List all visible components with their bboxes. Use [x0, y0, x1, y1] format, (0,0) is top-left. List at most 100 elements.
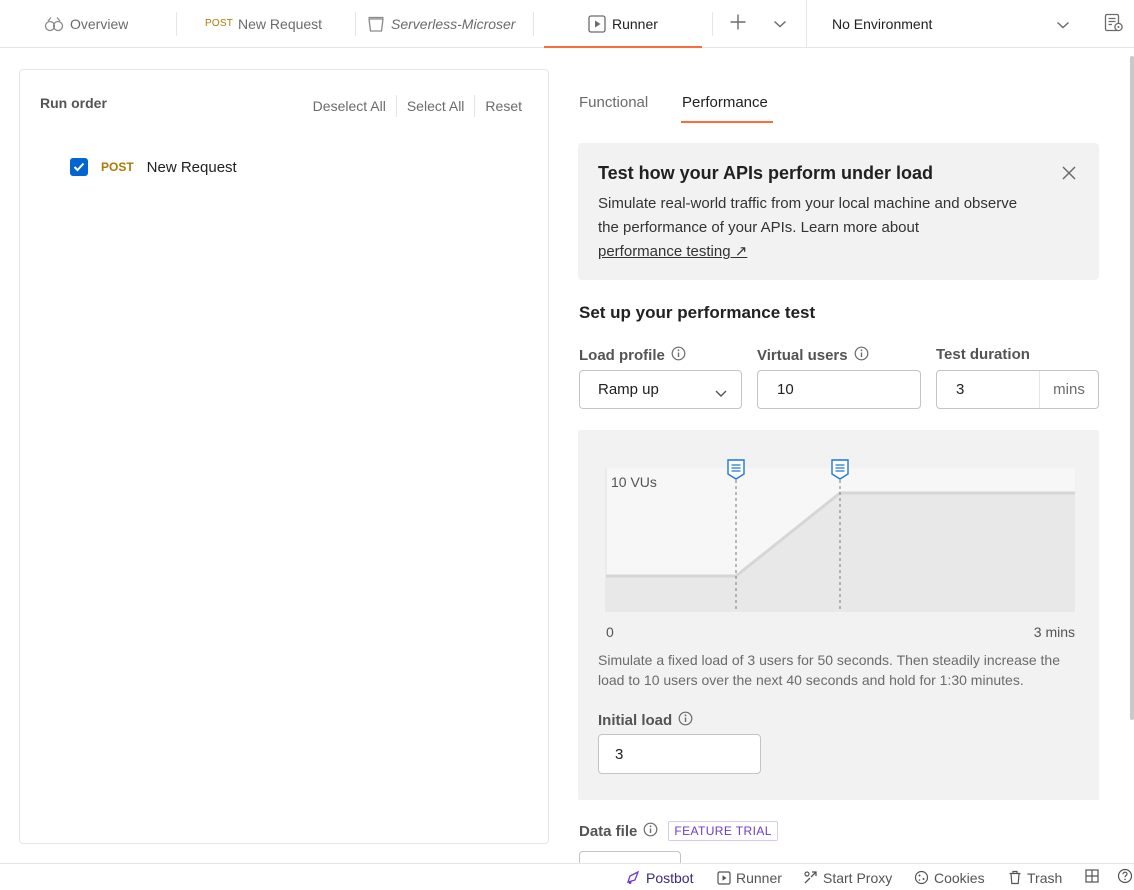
info-icon[interactable]: [643, 822, 658, 841]
method-badge: POST: [205, 18, 234, 29]
cookies-button[interactable]: Cookies: [914, 864, 985, 890]
runner-icon: [717, 870, 731, 885]
help-icon: [1117, 868, 1133, 887]
x-end-label: 3 mins: [1034, 624, 1075, 640]
tab-label: Serverless-Microser: [391, 15, 516, 32]
two-pane-icon: [1085, 869, 1099, 886]
load-profile-label: Load profile: [579, 346, 686, 365]
cookies-label: Cookies: [934, 869, 985, 886]
load-profile-description: Simulate a fixed load of 3 users for 50 …: [598, 652, 1061, 688]
request-name: New Request: [146, 158, 237, 176]
tab-label: New Request: [238, 15, 323, 32]
test-duration-input[interactable]: 3 mins: [936, 370, 1099, 409]
proxy-icon: [803, 870, 818, 885]
select-all-button[interactable]: Select All: [397, 98, 475, 114]
new-tab-button[interactable]: [729, 0, 747, 47]
close-icon[interactable]: [1061, 165, 1077, 184]
tab-functional[interactable]: Functional: [579, 94, 648, 111]
status-bar: Postbot Runner Start Proxy Cookies Trash: [0, 863, 1134, 890]
ramp-chart-svg: 10 VUs 0 3 mins: [605, 459, 1075, 640]
vertical-scrollbar[interactable]: [1130, 56, 1134, 720]
tab-runner[interactable]: Runner: [588, 0, 658, 47]
postbot-button[interactable]: Postbot: [626, 864, 693, 890]
tab-overview[interactable]: Overview: [44, 0, 128, 47]
virtual-users-input[interactable]: 10: [757, 370, 921, 409]
run-order-title: Run order: [40, 95, 107, 111]
checkmark-icon: [73, 162, 85, 172]
tab-overflow-dropdown[interactable]: [773, 0, 787, 47]
y-max-label: 10 VUs: [611, 474, 657, 490]
initial-load-input[interactable]: 3: [598, 734, 761, 774]
deselect-all-button[interactable]: Deselect All: [303, 98, 396, 114]
info-icon[interactable]: [671, 346, 686, 365]
cookie-icon: [914, 870, 929, 885]
chevron-down-icon: [773, 16, 787, 32]
ramp-end-handle-icon[interactable]: [831, 459, 849, 480]
environment-quick-look-icon[interactable]: [1104, 13, 1124, 36]
x-start-label: 0: [606, 624, 614, 640]
tab-performance[interactable]: Performance: [682, 94, 768, 111]
tab-divider: [533, 12, 534, 36]
active-mode-indicator: [681, 121, 773, 123]
tab-divider: [355, 12, 356, 36]
runner-play-icon: [588, 14, 606, 33]
initial-load-value: 3: [615, 745, 624, 763]
test-duration-label: Test duration: [936, 346, 1030, 363]
start-proxy-button[interactable]: Start Proxy: [803, 864, 892, 890]
performance-info-banner: Test how your APIs perform under load Si…: [578, 143, 1099, 280]
tab-label: Runner: [612, 15, 658, 32]
tab-label: Overview: [70, 15, 129, 32]
collection-icon: [367, 15, 385, 33]
label-text: Load profile: [579, 347, 665, 364]
tab-collection[interactable]: Serverless-Microser: [367, 0, 519, 47]
environment-label: No Environment: [832, 15, 933, 32]
request-method: POST: [101, 160, 134, 174]
performance-testing-link[interactable]: performance testing ↗: [598, 243, 747, 260]
trash-icon: [1008, 870, 1022, 885]
ramp-start-handle-icon[interactable]: [727, 459, 745, 480]
load-profile-value: Ramp up: [598, 381, 659, 398]
tab-bar: Overview POST New Request Serverless-Mic…: [0, 0, 1134, 48]
tab-divider: [712, 12, 713, 36]
chevron-down-icon: [715, 385, 727, 402]
feature-trial-badge: FEATURE TRIAL: [668, 821, 778, 841]
run-order-panel: Run order Deselect All Select All Reset …: [19, 69, 549, 844]
runner-button[interactable]: Runner: [717, 864, 782, 890]
trash-button[interactable]: Trash: [1008, 864, 1062, 890]
postbot-label: Postbot: [646, 869, 694, 886]
initial-load-label: Initial load: [598, 711, 693, 730]
proxy-label: Start Proxy: [823, 869, 893, 886]
active-tab-indicator: [544, 46, 702, 48]
banner-body: Simulate real-world traffic from your lo…: [598, 192, 1018, 264]
reset-button[interactable]: Reset: [475, 98, 528, 114]
tab-new-request[interactable]: POST New Request: [205, 0, 322, 47]
run-order-actions: Deselect All Select All Reset: [303, 95, 528, 117]
label-text: Data file: [579, 822, 638, 840]
banner-text: Simulate real-world traffic from your lo…: [598, 195, 1018, 236]
chevron-down-icon: [1056, 17, 1070, 33]
setup-title: Set up your performance test: [579, 303, 816, 322]
test-duration-value: 3: [956, 381, 965, 398]
help-button[interactable]: [1117, 864, 1133, 890]
plus-icon: [729, 13, 747, 34]
overview-icon: [44, 16, 64, 32]
virtual-users-value: 10: [777, 381, 794, 398]
two-pane-toggle[interactable]: [1085, 864, 1099, 890]
load-profile-chart: 10 VUs 0 3 mins Simulate a fixed load of…: [578, 430, 1099, 800]
request-row[interactable]: POST New Request: [70, 158, 237, 176]
banner-title: Test how your APIs perform under load: [598, 163, 934, 183]
load-profile-select[interactable]: Ramp up: [579, 370, 742, 409]
info-icon[interactable]: [678, 711, 693, 730]
trash-label: Trash: [1027, 869, 1063, 886]
runner-label: Runner: [736, 869, 782, 886]
virtual-users-label: Virtual users: [757, 346, 869, 365]
info-icon[interactable]: [854, 346, 869, 365]
label-text: Test duration: [936, 346, 1030, 363]
request-checkbox[interactable]: [70, 158, 88, 176]
tab-divider: [176, 12, 177, 36]
label-text: Initial load: [598, 712, 673, 729]
duration-unit: mins: [1039, 371, 1098, 408]
data-file-label: Data file FEATURE TRIAL: [579, 821, 778, 841]
label-text: Virtual users: [757, 347, 848, 364]
environment-selector[interactable]: No Environment: [806, 0, 1088, 47]
